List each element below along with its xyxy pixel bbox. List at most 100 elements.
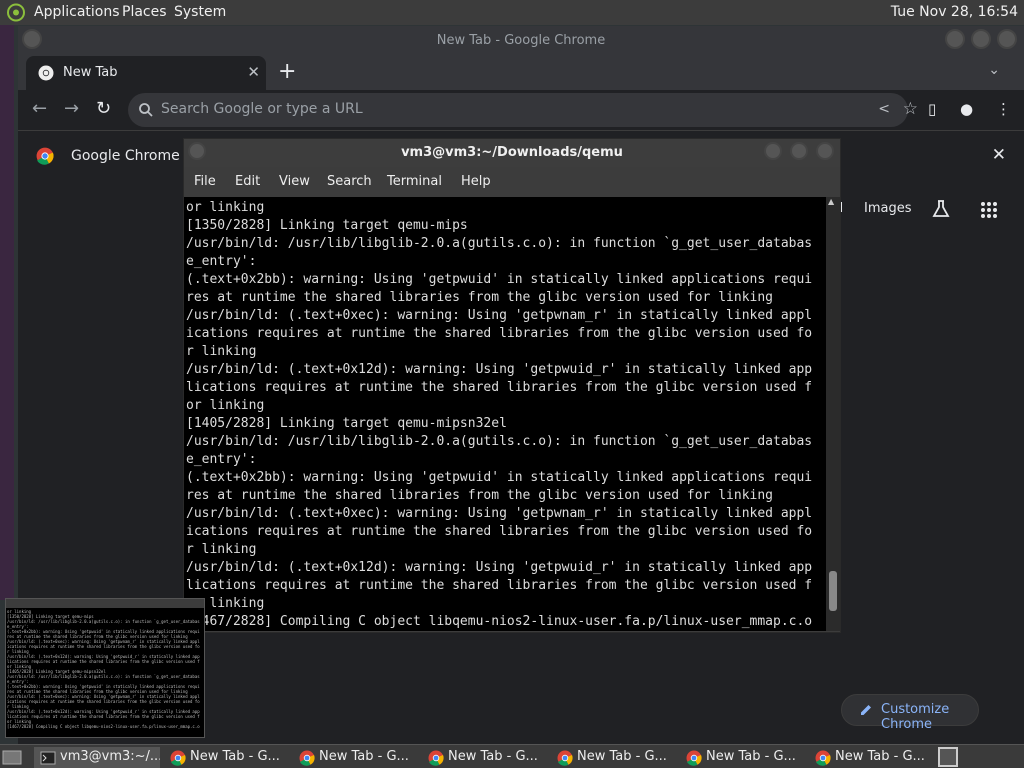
show-desktop-icon[interactable] [2,748,22,766]
terminal-window: vm3@vm3:~/Downloads/qemu File Edit View … [183,138,841,633]
terminal-line: e_entry': [186,452,257,467]
minimize-button[interactable] [945,29,965,49]
clock[interactable]: Tue Nov 28, 16:54 [891,4,1018,20]
infobar-close-icon[interactable]: ✕ [992,145,1006,165]
terminal-menu-search[interactable]: Search [327,174,372,189]
chrome-icon [557,750,573,766]
terminal-minimize-button[interactable] [764,142,782,160]
terminal-line: res at runtime the shared libraries from… [186,488,773,503]
labs-flask-icon[interactable] [931,199,951,219]
scrollbar-thumb[interactable] [829,571,837,611]
more-menu-icon[interactable]: ⋮ [996,100,1011,118]
terminal-line: or linking [186,596,265,611]
customize-chrome-button[interactable]: Customize Chrome [841,694,979,732]
taskbar-item-chrome[interactable]: New Tab - G... [680,747,804,768]
top-panel: Applications Places System Tue Nov 28, 1… [0,0,1024,25]
terminal-close-button[interactable] [816,142,834,160]
bookmark-star-icon[interactable]: ☆ [903,99,918,119]
tab-search-chevron-icon[interactable]: ⌄ [988,62,1000,78]
preview-line: [1467/2828] Compiling C object libqemu-n… [7,724,200,729]
terminal-menu-terminal[interactable]: Terminal [387,174,442,189]
taskbar-item-chrome[interactable]: New Tab - G... [551,747,675,768]
chrome-titlebar[interactable]: New Tab - Google Chrome [18,26,1024,56]
taskbar-item-chrome[interactable]: New Tab - G... [293,747,417,768]
chrome-logo-icon [36,147,54,165]
terminal-line: res at runtime the shared libraries from… [186,290,773,305]
taskbar: vm3@vm3:~/... New Tab - G... New Tab - G..… [0,744,1024,768]
terminal-titlebar[interactable]: vm3@vm3:~/Downloads/qemu [184,139,840,167]
taskbar-item-terminal[interactable]: vm3@vm3:~/... [34,747,160,768]
preview-line: lications requires at runtime the shared… [7,714,200,719]
terminal-line: /usr/bin/ld: (.text+0x12d): warning: Usi… [186,362,813,377]
terminal-line: lications requires at runtime the shared… [186,380,813,395]
terminal-line: [1350/2828] Linking target qemu-mips [186,218,468,233]
chrome-icon [299,750,315,766]
share-icon[interactable]: < [878,101,890,117]
preview-line: lications requires at runtime the shared… [7,659,200,664]
taskbar-item-label: New Tab - G... [448,749,538,764]
scroll-up-arrow-icon[interactable]: ▲ [828,197,834,206]
tab-label: New Tab [63,65,118,80]
preview-line: /usr/bin/ld: /usr/lib/libglib-2.0.a(guti… [7,619,200,624]
taskbar-item-label: New Tab - G... [706,749,796,764]
tab-new-tab[interactable]: New Tab ✕ [26,56,266,90]
workspace-switcher[interactable] [938,747,958,767]
terminal-line: /usr/bin/ld: (.text+0x12d): warning: Usi… [186,560,813,575]
preview-line: /usr/bin/ld: /usr/lib/libglib-2.0.a(guti… [7,674,200,679]
terminal-line: /usr/bin/ld: /usr/lib/libglib-2.0.a(guti… [186,434,813,449]
taskbar-item-label: New Tab - G... [835,749,925,764]
terminal-menu-file[interactable]: File [194,174,216,189]
taskbar-item-chrome[interactable]: New Tab - G... [422,747,546,768]
side-panel-icon[interactable]: ▯ [928,100,936,118]
omnibox-placeholder: Search Google or type a URL [161,101,363,117]
terminal-line: (.text+0x2bb): warning: Using 'getpwuid'… [186,470,813,485]
maximize-button[interactable] [971,29,991,49]
omnibox[interactable]: Search Google or type a URL < ☆ [128,93,918,127]
terminal-output[interactable]: or linking [1350/2828] Linking target qem… [184,197,826,631]
terminal-text: or linking [1350/2828] Linking target qem… [186,199,812,631]
terminal-line: /usr/bin/ld: (.text+0xec): warning: Usin… [186,506,813,521]
chrome-icon [170,750,186,766]
desktop-background [0,25,14,600]
infobar-message: Google Chrome is [71,148,196,164]
images-link[interactable]: Images [864,201,912,216]
terminal-line: r linking [186,344,257,359]
system-menu[interactable]: System [174,4,226,20]
taskbar-item-chrome[interactable]: New Tab - G... [809,747,933,768]
terminal-line: or linking [186,200,265,215]
tab-close-icon[interactable]: ✕ [247,63,260,81]
terminal-menu-view[interactable]: View [279,174,310,189]
terminal-scrollbar[interactable]: ▲ [826,197,840,631]
terminal-line: /usr/bin/ld: (.text+0xec): warning: Usin… [186,308,813,323]
terminal-menu-help[interactable]: Help [461,174,491,189]
chrome-icon [428,750,444,766]
pencil-icon [861,705,871,715]
terminal-maximize-button[interactable] [790,142,808,160]
tab-strip: New Tab ✕ + ⌄ [18,56,1024,90]
new-tab-button[interactable]: + [278,59,296,84]
close-button[interactable] [997,29,1017,49]
terminal-line: (.text+0x2bb): warning: Using 'getpwuid'… [186,272,813,287]
terminal-line: [1405/2828] Linking target qemu-mipsn32e… [186,416,507,431]
terminal-title: vm3@vm3:~/Downloads/qemu [401,145,623,160]
window-title: New Tab - Google Chrome [436,33,606,48]
preview-text: or linking [1350/2828] Linking target qem… [7,609,200,729]
terminal-line: ications requires at runtime the shared … [186,326,813,341]
applications-menu[interactable]: Applications [34,4,120,20]
back-arrow-icon[interactable]: ← [32,98,47,119]
preview-line: ications requires at runtime the shared … [7,699,200,704]
taskbar-item-chrome[interactable]: New Tab - G... [164,747,288,768]
profile-avatar-icon[interactable]: ● [960,100,973,118]
terminal-line: ications requires at runtime the shared … [186,524,813,539]
terminal-line: /usr/bin/ld: /usr/lib/libglib-2.0.a(guti… [186,236,813,251]
places-menu[interactable]: Places [122,4,167,20]
terminal-line: r linking [186,542,257,557]
customize-chrome-label: Customize Chrome [881,702,950,732]
forward-arrow-icon[interactable]: → [64,98,79,119]
terminal-window-preview[interactable]: or linking [1350/2828] Linking target qem… [5,598,205,738]
terminal-menu-edit[interactable]: Edit [235,174,260,189]
distro-logo-icon[interactable] [6,3,26,22]
preview-menubar [6,599,204,608]
google-apps-grid-icon[interactable] [980,201,998,219]
reload-icon[interactable]: ↻ [96,98,111,119]
